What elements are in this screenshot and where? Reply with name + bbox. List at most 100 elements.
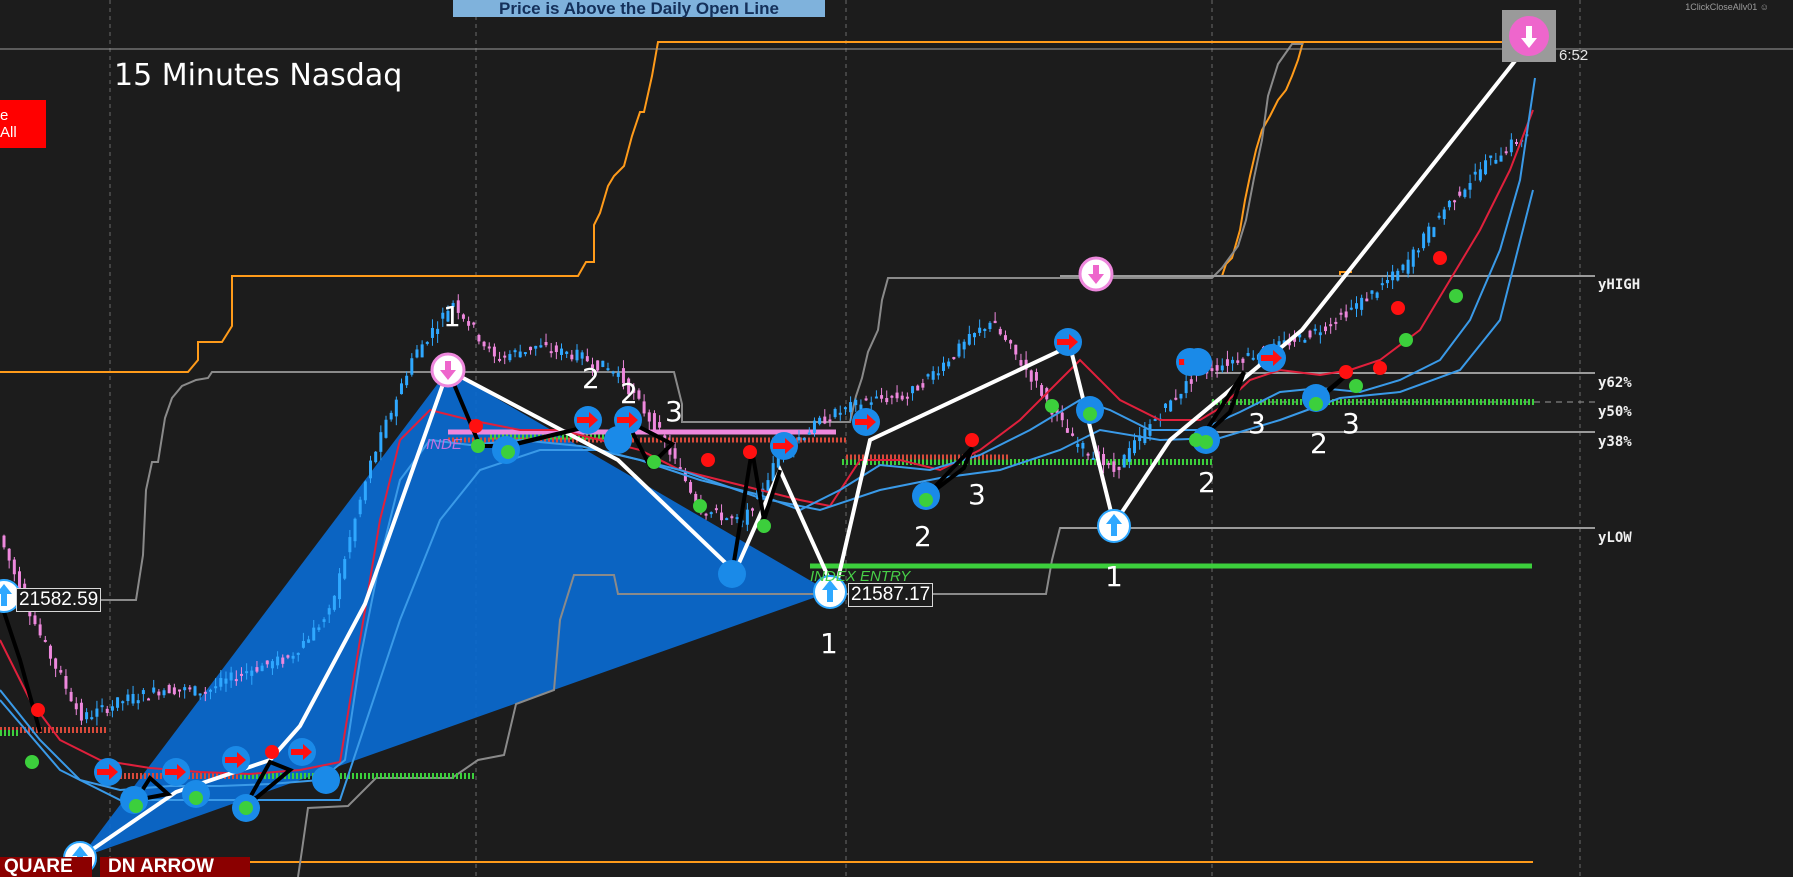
candle-body xyxy=(162,690,166,696)
entry-annotation: INDEX ENTRY xyxy=(810,568,911,585)
candle-body xyxy=(389,412,393,420)
signal-green-dot xyxy=(129,799,143,813)
candle-body xyxy=(307,639,311,643)
candle-body xyxy=(869,402,873,405)
signal-green-dot xyxy=(189,791,203,805)
candle-body xyxy=(482,341,486,347)
candle-body xyxy=(430,327,434,338)
candle-body xyxy=(1102,454,1106,466)
candle-body xyxy=(967,333,971,345)
candle-body xyxy=(513,350,517,353)
candle-body xyxy=(905,396,909,399)
candle-body xyxy=(105,708,109,713)
candle-body xyxy=(1329,324,1333,327)
candle-body xyxy=(461,314,465,319)
candle-body xyxy=(1091,457,1095,460)
signal-green-dot xyxy=(693,499,707,513)
candle-body xyxy=(549,351,553,354)
candle-body xyxy=(1494,159,1498,164)
dn-arrow-button[interactable]: DN ARROW xyxy=(100,857,250,877)
candle-body xyxy=(1339,312,1343,315)
level-label-yhigh: yHIGH xyxy=(1598,277,1641,293)
candle-body xyxy=(1251,357,1255,360)
candle-body xyxy=(900,395,904,400)
candle-body xyxy=(64,676,68,689)
candle-body xyxy=(178,689,182,692)
candle-body xyxy=(95,708,99,717)
candle-body xyxy=(229,672,233,681)
signal-red-dot xyxy=(1391,301,1405,315)
candle-body xyxy=(843,407,847,410)
candle-body xyxy=(317,627,321,630)
candle-body xyxy=(467,321,471,326)
candle-body xyxy=(38,624,42,636)
candle-body xyxy=(1117,466,1121,471)
signal-green-dot xyxy=(1199,435,1213,449)
candle-body xyxy=(1189,379,1193,384)
candle-body xyxy=(565,351,569,354)
candle-body xyxy=(245,671,249,674)
wave-label: 2 xyxy=(620,377,638,410)
candle-body xyxy=(1060,412,1064,421)
candle-body xyxy=(988,322,992,330)
candle-body xyxy=(828,419,832,422)
candle-body xyxy=(1349,307,1353,310)
candle-body xyxy=(410,358,414,375)
candle-body xyxy=(1515,141,1519,144)
signal-green-dot xyxy=(1309,397,1323,411)
candle-body xyxy=(1468,183,1472,190)
candle-body xyxy=(1360,297,1364,310)
candle-body xyxy=(1473,171,1477,175)
level-label-ylow: yLOW xyxy=(1598,530,1632,546)
signal-red-dot xyxy=(701,453,715,467)
candle-body xyxy=(874,396,878,399)
candle-body xyxy=(1034,372,1038,381)
wave-label: 1 xyxy=(820,627,838,660)
candle-body xyxy=(110,706,114,711)
candle-body xyxy=(689,482,693,493)
candle-body xyxy=(1231,359,1235,364)
candle-body xyxy=(931,371,935,380)
candle-body xyxy=(1504,151,1508,154)
signal-green-dot xyxy=(25,755,39,769)
wave-label: 3 xyxy=(968,478,986,511)
candle-body xyxy=(255,667,259,672)
candle-body xyxy=(1427,226,1431,243)
candle-body xyxy=(1241,358,1245,363)
candle-body xyxy=(276,656,280,666)
candle-body xyxy=(338,573,342,600)
candle-body xyxy=(1169,400,1173,412)
candle-body xyxy=(751,508,755,511)
price-label-middle: 21587.17 xyxy=(848,583,934,607)
candle-body xyxy=(420,344,424,358)
script-label: 1ClickCloseAllv01 ☺ xyxy=(1685,2,1769,12)
candle-body xyxy=(152,687,156,693)
candle-body xyxy=(136,700,140,704)
candle-body xyxy=(518,351,522,358)
candle-body xyxy=(343,559,347,579)
candle-body xyxy=(885,398,889,403)
candle-body xyxy=(833,408,837,418)
candle-body xyxy=(399,383,403,395)
candle-body xyxy=(219,678,223,687)
signal-blue-circle xyxy=(1184,348,1212,376)
candle-body xyxy=(79,702,83,721)
close-all-button[interactable]: e All xyxy=(0,100,46,148)
candle-body xyxy=(926,374,930,377)
candle-body xyxy=(54,658,58,669)
candle-body xyxy=(100,705,104,708)
candle-body xyxy=(1509,139,1513,153)
candle-body xyxy=(637,390,641,399)
candle-body xyxy=(714,508,718,511)
square-button[interactable]: QUARE xyxy=(0,857,92,877)
candle-body xyxy=(188,687,192,690)
candle-body xyxy=(709,512,713,515)
candle-body xyxy=(818,417,822,425)
signal-red-dot xyxy=(1433,251,1447,265)
candle-body xyxy=(291,655,295,659)
candle-body xyxy=(1411,249,1415,267)
signal-green-dot xyxy=(1399,333,1413,347)
candle-body xyxy=(203,691,207,694)
level-lines xyxy=(0,48,1793,569)
candle-body xyxy=(1370,290,1374,294)
